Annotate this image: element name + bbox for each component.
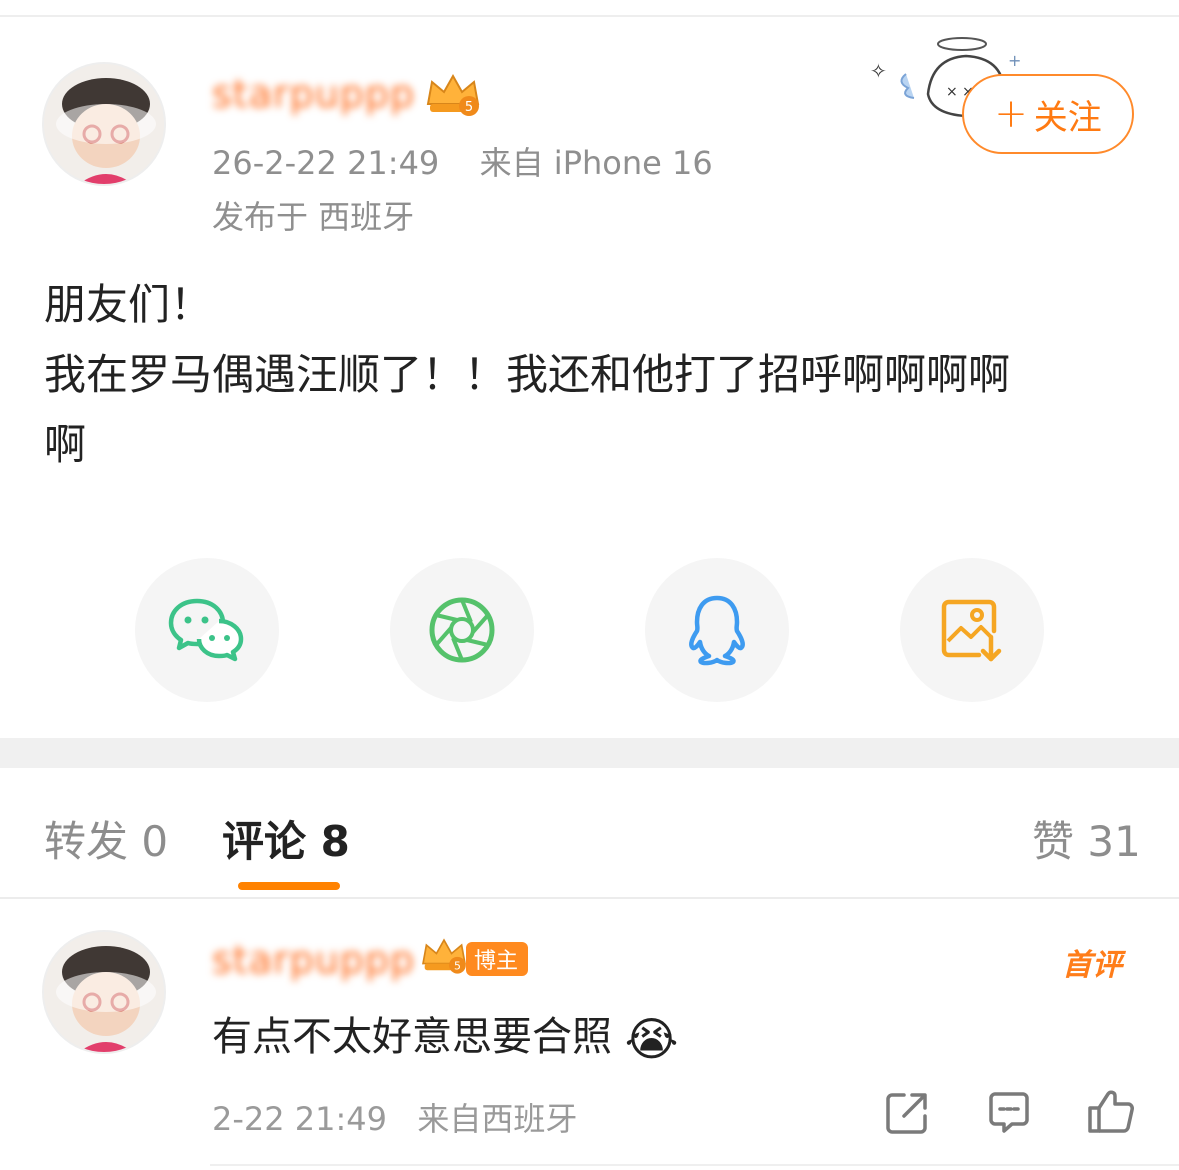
svg-text:✧: ✧ (870, 59, 887, 83)
follow-button[interactable]: + 关注 (962, 74, 1134, 154)
plus-icon: + (994, 91, 1028, 137)
comment-crown-level-icon: 5 (418, 934, 470, 982)
comment-source: 来自西班牙 (417, 1100, 578, 1138)
post-author-name[interactable]: starpuppp (212, 72, 415, 116)
share-arrow-icon (886, 1093, 927, 1134)
tabs-divider (0, 897, 1179, 899)
tab-comments[interactable]: 评论 8 (222, 808, 350, 869)
share-qq-button[interactable] (645, 558, 789, 702)
comment-timestamp: 2-22 21:49 (212, 1100, 388, 1138)
active-tab-indicator (238, 882, 340, 890)
post-text-line: 我在罗马偶遇汪顺了！！我还和他打了招呼啊啊啊啊 (44, 350, 1011, 399)
save-image-button[interactable] (900, 558, 1044, 702)
post-meta-time: 26-2-22 21:49 来自 iPhone 16 (212, 138, 713, 184)
comment-level-badge-text: 5 (454, 959, 461, 972)
comment-author-avatar[interactable] (42, 930, 166, 1054)
post-source: 来自 iPhone 16 (479, 144, 713, 182)
post-body: 朋友们！ 我在罗马偶遇汪顺了！！我还和他打了招呼啊啊啊啊 啊 (44, 270, 1144, 480)
comment-meta: 2-22 21:49 来自西班牙 (212, 1094, 577, 1140)
post-author-avatar[interactable] (42, 62, 166, 186)
crown-level-icon: 5 (422, 70, 484, 124)
post-text-line: 啊 (44, 420, 87, 469)
comment-body: 有点不太好意思要合照 😭 (212, 1004, 678, 1066)
tab-likes[interactable]: 赞 31 (1032, 808, 1141, 869)
moments-icon (429, 597, 495, 663)
repost-comment-button[interactable] (884, 1090, 930, 1140)
save-image-icon (941, 599, 1002, 662)
tab-reposts[interactable]: 转发 0 (44, 808, 168, 869)
author-badge: 博主 (466, 942, 529, 976)
thumbs-up-icon (1088, 1090, 1134, 1133)
author-badge-label: 博主 (474, 949, 519, 974)
share-wechat-button[interactable] (135, 558, 279, 702)
comment-author-name[interactable]: starpuppp (212, 938, 415, 982)
share-moments-button[interactable] (390, 558, 534, 702)
top-divider (0, 15, 1179, 17)
post-text-line: 朋友们！ (44, 280, 213, 329)
crying-emoji-icon: 😭 (624, 1012, 679, 1066)
first-comment-tag: 首评 (1062, 948, 1122, 983)
svg-text:+: + (1008, 51, 1021, 70)
like-comment-button[interactable] (1086, 1086, 1136, 1140)
follow-label: 关注 (1033, 97, 1102, 138)
comment-text: 有点不太好意思要合照 (212, 1014, 612, 1060)
comment-bubble-icon (989, 1092, 1029, 1133)
reply-comment-button[interactable] (986, 1090, 1032, 1140)
post-location: 发布于 西班牙 (212, 198, 415, 236)
post-level-badge-text: 5 (465, 100, 473, 115)
qq-icon (689, 595, 745, 666)
post-timestamp: 26-2-22 21:49 (212, 144, 440, 182)
section-separator (0, 738, 1179, 768)
wechat-icon (168, 598, 244, 662)
comment-divider (210, 1164, 1179, 1166)
